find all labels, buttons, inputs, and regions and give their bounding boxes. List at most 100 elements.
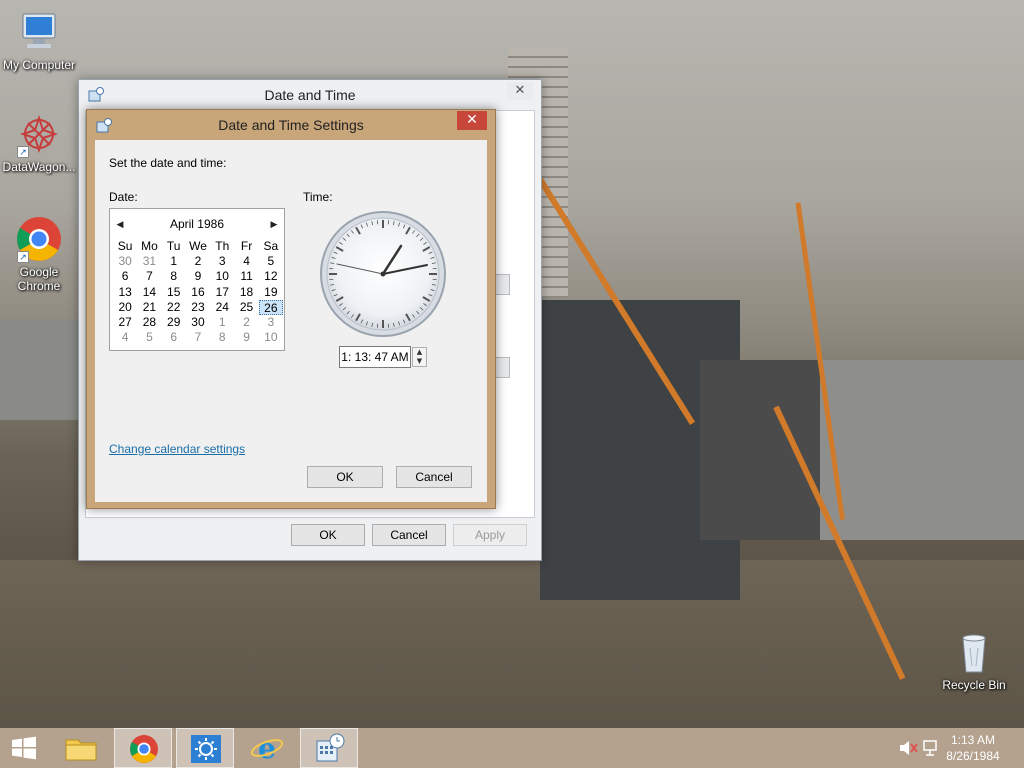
calendar-day[interactable]: 3 (259, 315, 283, 330)
calendar-month-label[interactable]: April 1986 (110, 217, 284, 233)
calendar-day[interactable]: 16 (186, 285, 210, 300)
desktop-icon-recycle-bin[interactable]: Recycle Bin (936, 628, 1012, 692)
calendar-day[interactable]: 26 (258, 299, 283, 315)
window-title: Date and Time (264, 87, 356, 103)
calendar-day[interactable]: 13 (113, 285, 137, 300)
calendar-day[interactable]: 29 (162, 315, 186, 330)
desktop-icon-my-computer[interactable]: My Computer (1, 8, 77, 72)
cancel-button[interactable]: Cancel (396, 466, 472, 488)
window-titlebar[interactable]: Date and Time ✕ (79, 80, 541, 110)
calendar-day[interactable]: 23 (186, 300, 210, 315)
calendar-day[interactable]: 24 (210, 300, 234, 315)
weekday-header: We (189, 239, 207, 253)
taskbar-weather[interactable] (176, 728, 234, 768)
calendar-day[interactable]: 6 (162, 330, 186, 345)
network-icon[interactable] (923, 740, 937, 756)
calendar-day[interactable]: 30 (186, 315, 210, 330)
calendar-day[interactable]: 2 (234, 315, 258, 330)
calendar: ◀ April 1986 ▶ Su Mo Tu We Th Fr Sa 30 31 1 2 3 4 5 6 7… (109, 208, 285, 351)
calendar-day[interactable]: 18 (234, 285, 258, 300)
chrome-icon (130, 735, 158, 763)
recycle-bin-icon (950, 628, 998, 676)
datawagon-icon: ↗ (15, 110, 63, 158)
calendar-day[interactable]: 15 (162, 285, 186, 300)
system-tray (896, 728, 944, 768)
time-spinner[interactable]: ▲ ▼ (412, 347, 427, 367)
internet-explorer-icon: e (250, 732, 284, 765)
calendar-day[interactable]: 28 (137, 315, 161, 330)
calendar-day[interactable]: 2 (186, 254, 210, 269)
taskbar-chrome[interactable] (114, 728, 172, 768)
taskbar-date-time[interactable] (300, 728, 358, 768)
time-input[interactable]: 1: 13: 47 AM (339, 346, 411, 368)
taskbar: e 1:13 AM 8/26/1984 (0, 728, 1024, 768)
close-button[interactable]: ✕ (457, 111, 487, 130)
taskbar-clock[interactable]: 1:13 AM 8/26/1984 (938, 732, 1008, 764)
taskbar-internet-explorer[interactable]: e (238, 728, 296, 768)
calendar-day[interactable]: 4 (113, 330, 137, 345)
calendar-day[interactable]: 4 (234, 254, 258, 269)
weather-icon (191, 735, 221, 763)
calendar-day[interactable]: 5 (259, 254, 283, 269)
calendar-day[interactable]: 11 (234, 269, 258, 284)
calendar-day[interactable]: 8 (162, 269, 186, 284)
weekday-header: Tu (166, 239, 181, 253)
clock-date: 8/26/1984 (946, 749, 1000, 763)
calendar-day[interactable]: 3 (210, 254, 234, 269)
desktop-icon-label: My Computer (2, 58, 76, 72)
weekday-header: Sa (263, 239, 279, 253)
calendar-day[interactable]: 1 (210, 315, 234, 330)
calendar-day[interactable]: 21 (137, 300, 161, 315)
desktop-icon-label: Google Chrome (17, 265, 61, 293)
calendar-grid: Su Mo Tu We Th Fr Sa 30 31 1 2 3 4 5 6 7 8 9 10 11 12 13 14 15 1… (113, 239, 283, 345)
apply-button[interactable]: Apply (453, 524, 527, 546)
calendar-day[interactable]: 25 (234, 300, 258, 315)
spin-down-icon[interactable]: ▼ (413, 357, 426, 366)
desktop-icon-google-chrome[interactable]: ↗ Google Chrome (1, 215, 77, 293)
spin-up-icon[interactable]: ▲ (413, 348, 426, 357)
calendar-day[interactable]: 7 (186, 330, 210, 345)
calendar-day[interactable]: 22 (162, 300, 186, 315)
weekday-header: Mo (141, 239, 158, 253)
change-calendar-settings-link[interactable]: Change calendar settings (109, 442, 245, 456)
dialog-body: Set the date and time: Date: Time: ◀ Apr… (95, 140, 487, 502)
calendar-day[interactable]: 30 (113, 254, 137, 269)
calendar-day[interactable]: 27 (113, 315, 137, 330)
taskbar-file-explorer[interactable] (52, 728, 110, 768)
dialog-title: Date and Time Settings (218, 117, 364, 133)
cancel-button[interactable]: Cancel (372, 524, 446, 546)
analog-clock (320, 211, 446, 337)
calendar-day[interactable]: 8 (210, 330, 234, 345)
weekday-header: Fr (240, 239, 253, 253)
next-month-button[interactable]: ▶ (268, 218, 280, 230)
ok-button[interactable]: OK (291, 524, 365, 546)
desktop-icon-label: DataWagon... (2, 160, 76, 174)
calendar-day[interactable]: 1 (162, 254, 186, 269)
calendar-day[interactable]: 5 (137, 330, 161, 345)
date-time-icon (316, 733, 345, 762)
ok-button[interactable]: OK (307, 466, 383, 488)
intro-label: Set the date and time: (109, 156, 227, 170)
weekday-header: Th (215, 239, 230, 253)
calendar-day[interactable]: 7 (137, 269, 161, 284)
volume-muted-icon[interactable] (900, 741, 918, 755)
start-button[interactable] (0, 728, 48, 768)
calendar-day[interactable]: 17 (210, 285, 234, 300)
calendar-day[interactable]: 12 (259, 269, 283, 284)
dialog-titlebar[interactable]: Date and Time Settings ✕ (87, 110, 495, 140)
file-explorer-icon (65, 739, 97, 761)
calendar-day[interactable]: 19 (259, 285, 283, 300)
svg-text:e: e (258, 732, 276, 765)
desktop-icon-datawagon[interactable]: ↗ DataWagon... (1, 110, 77, 174)
calendar-day[interactable]: 10 (210, 269, 234, 284)
calendar-day[interactable]: 31 (137, 254, 161, 269)
calendar-day[interactable]: 14 (137, 285, 161, 300)
calendar-day[interactable]: 6 (113, 269, 137, 284)
calendar-day[interactable]: 9 (234, 330, 258, 345)
start-icon (12, 736, 36, 760)
clock-time: 1:13 AM (950, 733, 996, 747)
calendar-day[interactable]: 10 (259, 330, 283, 345)
calendar-day[interactable]: 20 (113, 300, 137, 315)
calendar-day[interactable]: 9 (186, 269, 210, 284)
close-button[interactable]: ✕ (507, 82, 533, 100)
